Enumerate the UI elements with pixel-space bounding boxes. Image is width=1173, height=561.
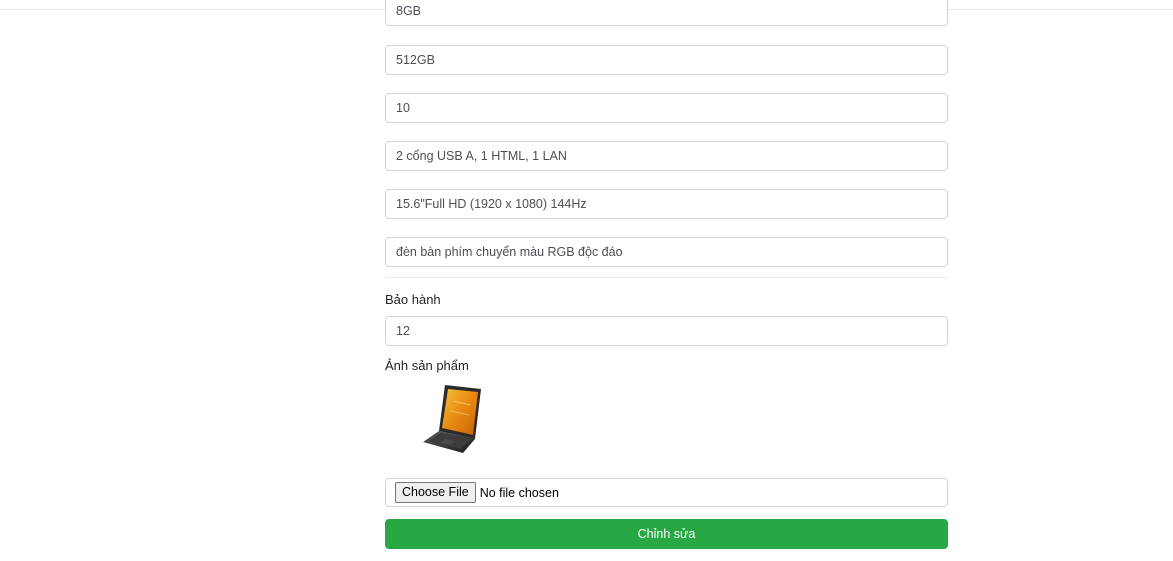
product-image-label: Ảnh sản phẩm <box>385 358 469 373</box>
ram-input[interactable]: 8GB <box>385 0 948 26</box>
ports-input[interactable]: 2 cổng USB A, 1 HTML, 1 LAN <box>385 141 948 171</box>
laptop-image <box>423 385 481 453</box>
quantity-input[interactable]: 10 <box>385 93 948 123</box>
feature-input[interactable]: đèn bàn phím chuyển màu RGB độc đáo <box>385 237 948 267</box>
edit-submit-button[interactable]: Chỉnh sửa <box>385 519 948 549</box>
storage-input[interactable]: 512GB <box>385 45 948 75</box>
section-divider <box>385 277 948 278</box>
choose-file-button[interactable]: Choose File <box>395 482 476 503</box>
file-status-text: No file chosen <box>479 485 559 500</box>
warranty-input[interactable]: 12 <box>385 316 948 346</box>
file-input[interactable]: Choose File No file chosen <box>385 478 948 507</box>
display-input[interactable]: 15.6"Full HD (1920 x 1080) 144Hz <box>385 189 948 219</box>
warranty-label: Bảo hành <box>385 292 441 307</box>
